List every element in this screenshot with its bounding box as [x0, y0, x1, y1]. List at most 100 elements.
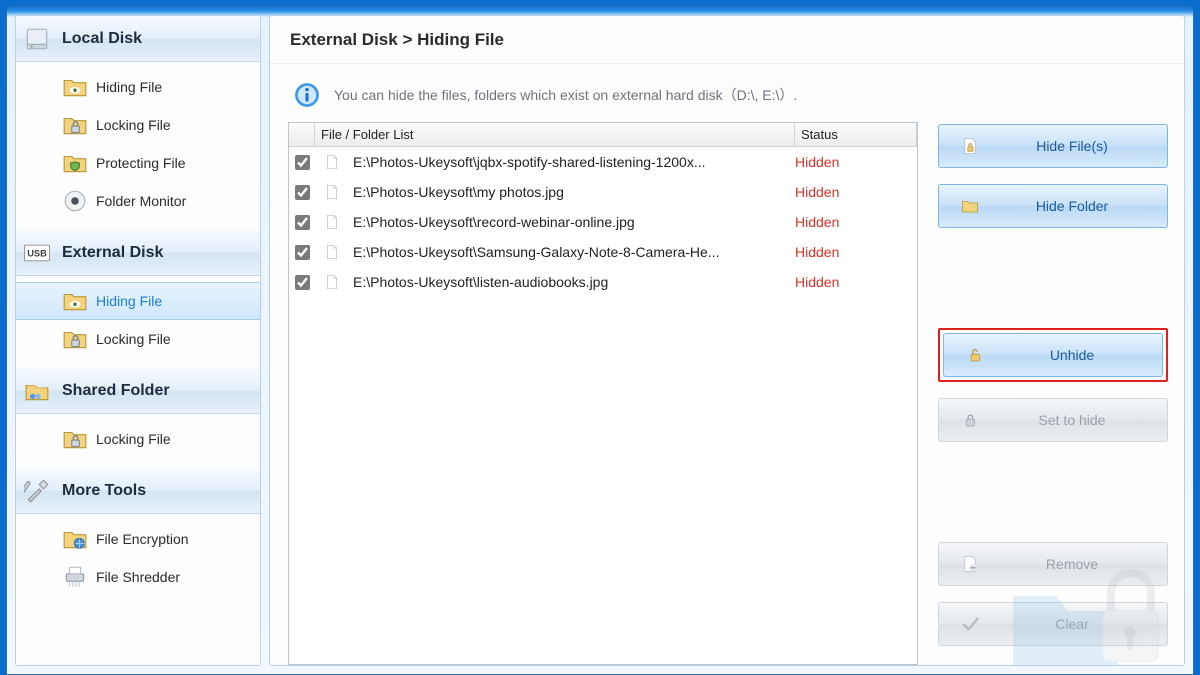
folder-globe-icon: [62, 526, 88, 552]
sidebar-item-hiding-file[interactable]: Hiding File: [16, 68, 260, 106]
row-checkbox[interactable]: [295, 215, 310, 230]
: E:\Photos-Ukeysoft\Samsung-Galaxy-Note-8…: [315, 239, 791, 265]
sidebar-item-locking-file-ext[interactable]: Locking File: [16, 320, 260, 358]
folder-lock-icon: [62, 426, 88, 452]
sidebar-item-label: File Encryption: [96, 531, 189, 547]
sidebar-item-label: Hiding File: [96, 293, 162, 309]
sidebar-item-label: File Shredder: [96, 569, 180, 585]
spacer: [938, 244, 1168, 312]
sidebar-item-locking-file[interactable]: Locking File: [16, 106, 260, 144]
: E:\Photos-Ukeysoft\my photos.jpg: [315, 179, 791, 205]
row-status: Hidden: [791, 244, 917, 260]
sidebar-item-file-shredder[interactable]: File Shredder: [16, 558, 260, 596]
folder-icon: [957, 193, 983, 219]
shared-folder-items: Locking File: [16, 414, 260, 468]
monitor-dot-icon: [62, 188, 88, 214]
folder-lock-icon: [62, 326, 88, 352]
file-table: File / Folder List Status E:\Photos-Ukey…: [288, 122, 918, 665]
: E:\Photos-Ukeysoft\jqbx-spotify-shared-l…: [315, 149, 791, 175]
row-checkbox[interactable]: [295, 245, 310, 260]
sidebar-section-external-disk[interactable]: External Disk: [16, 230, 260, 276]
sidebar-item-label: Locking File: [96, 117, 171, 133]
sidebar-item-hiding-file-ext[interactable]: Hiding File: [16, 282, 260, 320]
row-checkbox-cell: [289, 185, 315, 200]
unhide-button[interactable]: Unhide: [943, 333, 1163, 377]
sidebar-item-shared-locking-file[interactable]: Locking File: [16, 420, 260, 458]
file-icon: [319, 179, 345, 205]
sidebar-item-protecting-file[interactable]: Protecting File: [16, 144, 260, 182]
disk-icon: [24, 26, 50, 52]
row-status: Hidden: [791, 154, 917, 170]
table-row[interactable]: E:\Photos-Ukeysoft\jqbx-spotify-shared-l…: [289, 147, 917, 177]
action-panel: Hide File(s) Hide Folder Unhide Set to h…: [938, 122, 1168, 665]
clear-button[interactable]: Clear: [938, 602, 1168, 646]
sidebar-item-file-encryption[interactable]: File Encryption: [16, 520, 260, 558]
row-checkbox[interactable]: [295, 275, 310, 290]
folder-eye-icon: [62, 74, 88, 100]
row-status: Hidden: [791, 274, 917, 290]
unlock-icon: [962, 342, 988, 368]
: E:\Photos-Ukeysoft\listen-audiobooks.jpg: [315, 269, 791, 295]
row-checkbox-cell: [289, 245, 315, 260]
folder-lock-icon: [62, 112, 88, 138]
info-icon: [294, 82, 320, 108]
sidebar-item-label: Folder Monitor: [96, 193, 186, 209]
sidebar-item-label: Locking File: [96, 431, 171, 447]
table-row[interactable]: E:\Photos-Ukeysoft\listen-audiobooks.jpg…: [289, 267, 917, 297]
button-label: Set to hide: [1001, 412, 1167, 428]
check-icon: [957, 611, 983, 637]
sidebar-section-more-tools[interactable]: More Tools: [16, 468, 260, 514]
lock-icon: [957, 407, 983, 433]
sidebar-section-shared-folder[interactable]: Shared Folder: [16, 368, 260, 414]
sidebar: Local Disk Hiding File Locking File Prot…: [15, 15, 261, 666]
usb-icon: [24, 240, 50, 266]
button-label: Hide Folder: [1001, 198, 1167, 214]
banner-text: You can hide the files, folders which ex…: [334, 85, 797, 105]
row-status: Hidden: [791, 184, 917, 200]
button-label: Remove: [1001, 556, 1167, 572]
table-body: E:\Photos-Ukeysoft\jqbx-spotify-shared-l…: [289, 147, 917, 297]
table-row[interactable]: E:\Photos-Ukeysoft\record-webinar-online…: [289, 207, 917, 237]
section-label: Local Disk: [62, 30, 142, 48]
file-minus-icon: [957, 551, 983, 577]
app-window: Local Disk Hiding File Locking File Prot…: [6, 6, 1194, 675]
row-path: E:\Photos-Ukeysoft\Samsung-Galaxy-Note-8…: [353, 244, 719, 260]
table-row[interactable]: E:\Photos-Ukeysoft\my photos.jpg Hidden: [289, 177, 917, 207]
sidebar-item-folder-monitor[interactable]: Folder Monitor: [16, 182, 260, 220]
hide-files-button[interactable]: Hide File(s): [938, 124, 1168, 168]
file-icon: [319, 209, 345, 235]
row-checkbox[interactable]: [295, 155, 310, 170]
sidebar-section-local-disk[interactable]: Local Disk: [16, 16, 260, 62]
row-path: E:\Photos-Ukeysoft\listen-audiobooks.jpg: [353, 274, 608, 290]
section-label: Shared Folder: [62, 382, 170, 400]
info-banner: You can hide the files, folders which ex…: [270, 64, 1184, 122]
button-label: Clear: [1001, 616, 1167, 632]
col-checkbox[interactable]: [289, 123, 315, 146]
row-path: E:\Photos-Ukeysoft\my photos.jpg: [353, 184, 564, 200]
shredder-icon: [62, 564, 88, 590]
tools-icon: [24, 478, 50, 504]
row-checkbox-cell: [289, 275, 315, 290]
unhide-highlight: Unhide: [938, 328, 1168, 382]
remove-button[interactable]: Remove: [938, 542, 1168, 586]
content-row: File / Folder List Status E:\Photos-Ukey…: [270, 122, 1184, 665]
hide-folder-button[interactable]: Hide Folder: [938, 184, 1168, 228]
row-path: E:\Photos-Ukeysoft\jqbx-spotify-shared-l…: [353, 154, 706, 170]
set-to-hide-button[interactable]: Set to hide: [938, 398, 1168, 442]
col-status[interactable]: Status: [795, 123, 917, 146]
folder-share-icon: [24, 378, 50, 404]
breadcrumb-text: External Disk > Hiding File: [290, 30, 504, 50]
row-checkbox-cell: [289, 155, 315, 170]
table-row[interactable]: E:\Photos-Ukeysoft\Samsung-Galaxy-Note-8…: [289, 237, 917, 267]
file-icon: [319, 149, 345, 175]
spacer: [938, 458, 1168, 526]
main-panel: External Disk > Hiding File You can hide…: [269, 15, 1185, 666]
row-checkbox-cell: [289, 215, 315, 230]
sidebar-item-label: Protecting File: [96, 155, 185, 171]
table-header: File / Folder List Status: [289, 123, 917, 147]
col-file[interactable]: File / Folder List: [315, 123, 795, 146]
row-checkbox[interactable]: [295, 185, 310, 200]
breadcrumb: External Disk > Hiding File: [270, 16, 1184, 64]
file-icon: [319, 269, 345, 295]
more-tools-items: File Encryption File Shredder: [16, 514, 260, 606]
